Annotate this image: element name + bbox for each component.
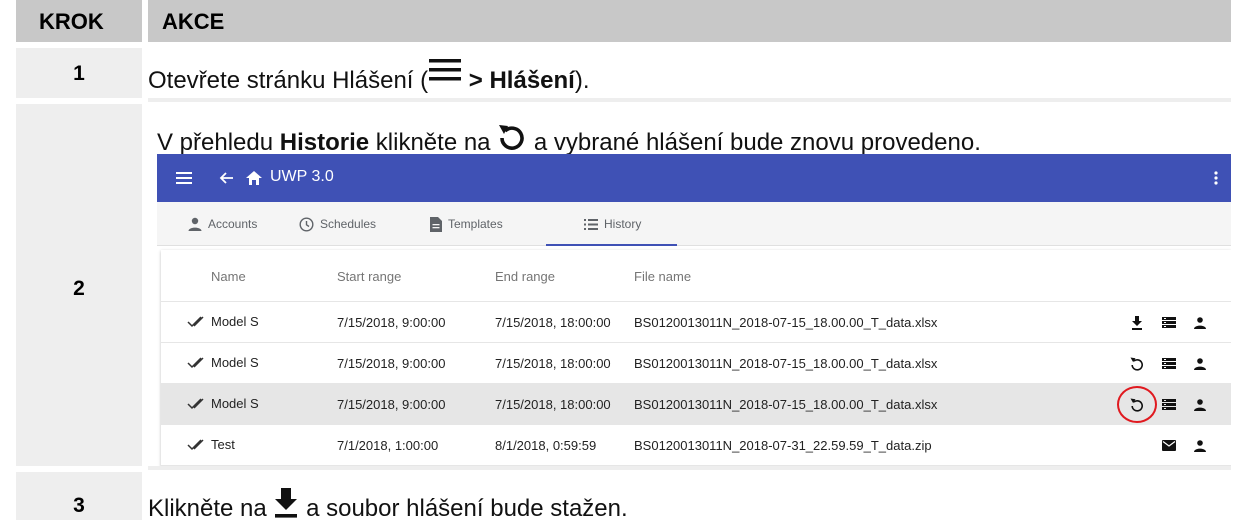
home-icon[interactable] xyxy=(243,154,265,202)
back-arrow-icon[interactable] xyxy=(215,154,237,202)
row-start-range: 7/15/2018, 9:00:00 xyxy=(337,397,446,412)
row-name-text: Test xyxy=(211,437,235,452)
row-name: Model S xyxy=(187,355,259,370)
step-1-text-before: Otevřete stránku Hlášení ( xyxy=(148,67,429,94)
row-end-range: 7/15/2018, 18:00:00 xyxy=(495,315,611,330)
person-icon[interactable] xyxy=(1188,302,1212,343)
person-icon[interactable] xyxy=(1188,343,1212,384)
row-start-range: 7/15/2018, 9:00:00 xyxy=(337,356,446,371)
table-row[interactable]: Model S 7/15/2018, 9:00:00 7/15/2018, 18… xyxy=(161,302,1231,343)
more-vert-icon[interactable] xyxy=(1207,154,1225,202)
column-header-start-range[interactable]: Start range xyxy=(337,269,401,284)
app-title: UWP 3.0 xyxy=(270,168,334,185)
app-screenshot: UWP 3.0 Accounts Schedules Templates His… xyxy=(157,154,1231,467)
history-table: Name Start range End range File name Mod… xyxy=(161,250,1231,467)
row-file-name: BS0120013011N_2018-07-15_18.00.00_T_data… xyxy=(634,397,938,412)
table-row[interactable]: Model S 7/15/2018, 9:00:00 7/15/2018, 18… xyxy=(161,343,1231,384)
clock-icon xyxy=(299,216,314,232)
step-3-text-before: Klikněte na xyxy=(148,495,274,520)
step-2-text-after: a vybrané hlášení bude znovu provedeno. xyxy=(527,129,981,156)
menu-icon[interactable] xyxy=(173,154,195,202)
row-separator xyxy=(148,466,1231,470)
row-start-range: 7/15/2018, 9:00:00 xyxy=(337,315,446,330)
row-end-range: 8/1/2018, 0:59:59 xyxy=(495,438,597,453)
tab-accounts-label: Accounts xyxy=(208,217,258,231)
download-icon[interactable] xyxy=(1125,302,1149,343)
row-file-name: BS0120013011N_2018-07-15_18.00.00_T_data… xyxy=(634,356,938,371)
details-icon[interactable] xyxy=(1157,343,1181,384)
step-1-instruction: Otevřete stránku Hlášení ( > Hlášení). xyxy=(148,59,590,95)
rerun-icon[interactable] xyxy=(1125,343,1149,384)
header-krok-label: KROK xyxy=(39,9,104,34)
tab-history[interactable]: History xyxy=(584,202,641,246)
details-icon[interactable] xyxy=(1157,384,1181,425)
row-name: Model S xyxy=(187,396,259,411)
tab-templates[interactable]: Templates xyxy=(430,202,503,246)
tab-schedules[interactable]: Schedules xyxy=(299,202,376,246)
person-icon xyxy=(188,217,202,231)
row-end-range: 7/15/2018, 18:00:00 xyxy=(495,356,611,371)
step-1-text-after: ). xyxy=(574,67,590,94)
row-name-text: Model S xyxy=(211,355,259,370)
document-icon xyxy=(430,216,442,232)
tab-history-label: History xyxy=(604,217,642,231)
step-2-text-middle: klikněte na xyxy=(369,129,498,156)
person-icon[interactable] xyxy=(1188,384,1212,425)
tab-bar: Accounts Schedules Templates History xyxy=(157,202,1231,246)
details-icon[interactable] xyxy=(1157,302,1181,343)
row-file-name: BS0120013011N_2018-07-31_22.59.59_T_data… xyxy=(634,438,932,453)
row-name-text: Model S xyxy=(211,396,259,411)
table-row-selected[interactable]: Model S 7/15/2018, 9:00:00 7/15/2018, 18… xyxy=(161,384,1231,425)
table-header: Name Start range End range File name xyxy=(161,250,1231,302)
mail-icon[interactable] xyxy=(1157,425,1181,466)
header-akce-cell: AKCE xyxy=(148,0,1231,42)
download-icon xyxy=(275,488,298,518)
step-2-text-before: V přehledu xyxy=(157,129,280,156)
person-icon[interactable] xyxy=(1188,425,1212,466)
step-1-number: 1 xyxy=(73,62,85,85)
step-3-number: 3 xyxy=(73,494,85,517)
step-1-number-cell: 1 xyxy=(16,48,142,98)
step-3-number-cell: 3 xyxy=(16,472,142,520)
double-check-icon xyxy=(187,438,204,450)
double-check-icon xyxy=(187,356,204,368)
tab-schedules-label: Schedules xyxy=(320,217,377,231)
step-2-instruction: V přehledu Historie klikněte na a vybran… xyxy=(157,120,981,157)
row-name: Test xyxy=(187,437,235,452)
row-name-text: Model S xyxy=(211,314,259,329)
header-akce-label: AKCE xyxy=(162,9,225,34)
step-3-instruction: Klikněte na a soubor hlášení bude stažen… xyxy=(148,486,628,520)
column-header-name[interactable]: Name xyxy=(211,269,246,284)
app-toolbar: UWP 3.0 xyxy=(157,154,1231,202)
step-2-number: 2 xyxy=(73,277,85,300)
menu-hamburger-icon xyxy=(429,59,462,81)
header-krok-cell: KROK xyxy=(16,0,142,42)
step-2-text-bold: Historie xyxy=(279,129,370,156)
step-3-text-after: a soubor hlášení bude stažen. xyxy=(299,495,628,520)
row-end-range: 7/15/2018, 18:00:00 xyxy=(495,397,611,412)
rerun-icon[interactable] xyxy=(1125,384,1149,425)
column-header-file-name[interactable]: File name xyxy=(634,269,691,284)
row-separator xyxy=(148,98,1231,102)
list-icon xyxy=(584,218,598,230)
rerun-icon xyxy=(499,125,524,150)
double-check-icon xyxy=(187,315,204,327)
double-check-icon xyxy=(187,397,204,409)
active-tab-indicator xyxy=(546,244,677,246)
column-header-end-range[interactable]: End range xyxy=(495,269,555,284)
row-name: Model S xyxy=(187,314,259,329)
step-2-number-cell: 2 xyxy=(16,104,142,466)
tab-templates-label: Templates xyxy=(448,217,503,231)
step-1-text-bold: > Hlášení xyxy=(462,67,575,94)
row-file-name: BS0120013011N_2018-07-15_18.00.00_T_data… xyxy=(634,315,938,330)
tab-accounts[interactable]: Accounts xyxy=(188,202,257,246)
table-row[interactable]: Test 7/1/2018, 1:00:00 8/1/2018, 0:59:59… xyxy=(161,425,1231,466)
row-start-range: 7/1/2018, 1:00:00 xyxy=(337,438,439,453)
